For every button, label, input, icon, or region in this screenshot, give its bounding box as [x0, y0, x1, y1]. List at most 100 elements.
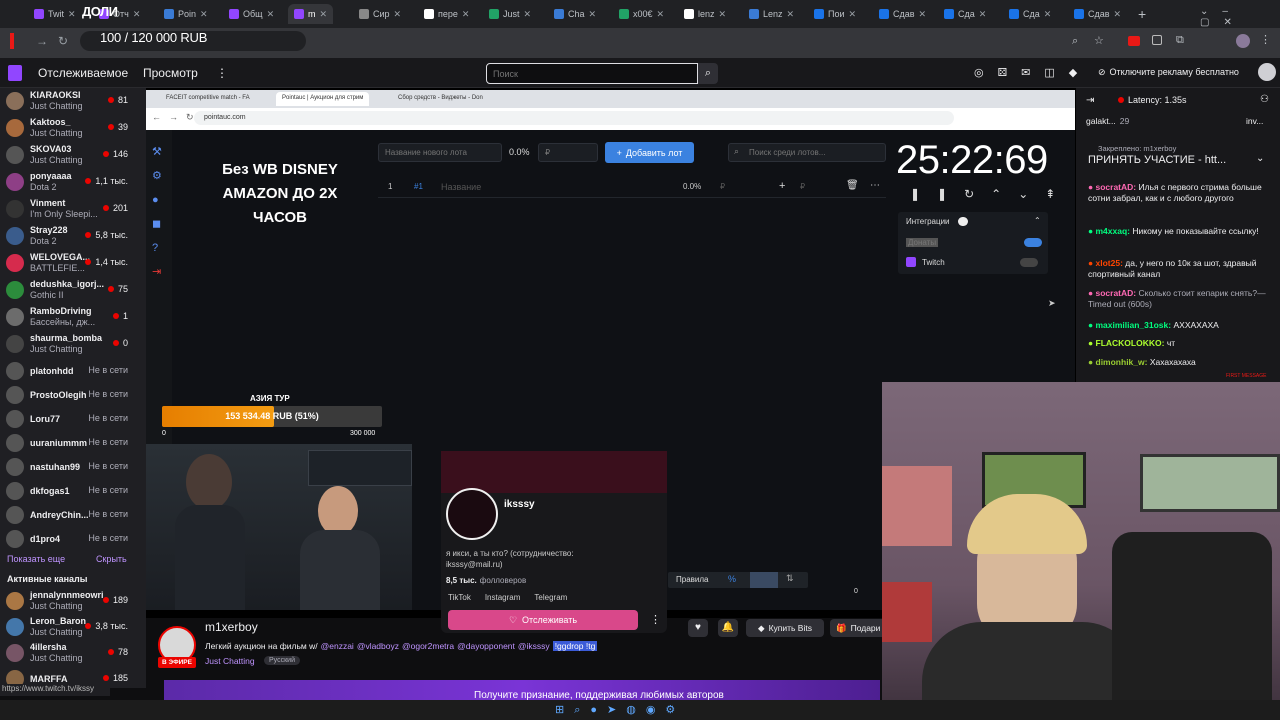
chat-users-icon[interactable]: ⚇ — [1260, 94, 1269, 105]
tiktok-link[interactable]: TikTok — [448, 593, 471, 602]
sidebar-channel[interactable]: KIARAOKSI Just Chatting 81 — [0, 88, 140, 114]
sidebar-channel[interactable]: Loru77 Не в сети — [0, 406, 140, 432]
tab-close-icon[interactable]: ✕ — [979, 9, 987, 20]
chat-username[interactable]: xlot25: — [1096, 258, 1123, 268]
buy-bits-button[interactable]: ◆ Купить Bits — [746, 619, 824, 637]
twitch-toggle[interactable] — [1020, 258, 1038, 267]
streamer-name[interactable]: m1xerboy — [205, 620, 258, 634]
sidebar-channel[interactable]: dedushka_igorj... Gothic II 75 — [0, 277, 140, 303]
browser-tab[interactable]: lenz ✕ — [678, 4, 732, 24]
nav-following[interactable]: Отслеживаемое — [38, 66, 128, 80]
lot-more-icon[interactable]: ⋯ — [870, 180, 880, 191]
sidebar-channel[interactable]: d1pro4 Не в сети — [0, 526, 140, 552]
title-mention[interactable]: @ogor2metra — [402, 641, 454, 651]
sidebar-channel[interactable]: WELOVEGA... BATTLEFIE... 1,4 тыс. — [0, 250, 140, 276]
puzzle-icon[interactable]: ⧉ — [1176, 34, 1184, 47]
zoom-icon[interactable]: ⌕ — [1072, 35, 1078, 48]
profile-avatar[interactable] — [1236, 34, 1250, 48]
browser-tab[interactable]: Lenz ✕ — [743, 4, 800, 24]
tab-close-icon[interactable]: ✕ — [719, 9, 727, 20]
new-lot-name-input[interactable] — [378, 143, 502, 162]
timer-controls[interactable]: ❚❚↻⌃⌄⇞ — [910, 187, 1072, 201]
browser-tab[interactable]: m ✕ — [288, 4, 334, 24]
chat-username[interactable]: dimonhik_w: — [1096, 357, 1148, 367]
pinned-expand-icon[interactable]: ⌄ — [1256, 153, 1264, 164]
tab-close-icon[interactable]: ✕ — [1114, 9, 1122, 20]
sidebar-channel[interactable]: platonhdd Не в сети — [0, 358, 140, 384]
browser-tab[interactable]: Сдав ✕ — [1068, 4, 1127, 24]
collapse-icon[interactable]: ⌃ — [1034, 216, 1041, 225]
gift-sub-button[interactable]: 🎁 Подари — [830, 619, 882, 637]
tab-close-icon[interactable]: ✕ — [462, 9, 470, 20]
rules-percent-icon[interactable]: % — [728, 574, 736, 584]
lot-search-input[interactable] — [728, 143, 886, 162]
donate-toggle[interactable] — [1024, 238, 1042, 247]
search-icon[interactable]: ⌕ — [698, 63, 718, 84]
rules-sort-icon[interactable]: ⇅ — [786, 573, 794, 584]
menu-icon[interactable]: ⋮ — [1260, 33, 1271, 46]
browser-tab[interactable]: Poin ✕ — [158, 4, 214, 24]
browser-tab[interactable]: Пои ✕ — [808, 4, 862, 24]
sidebar-channel[interactable]: SKOVA03 Just Chatting 146 — [0, 142, 140, 168]
sidebar-channel[interactable]: ponyaaaa Dota 2 1,1 тыс. — [0, 169, 140, 195]
language-tag[interactable]: Русский — [264, 656, 300, 665]
browser-tab[interactable]: x00€ ✕ — [613, 4, 670, 24]
browser-tab[interactable]: пере ✕ — [418, 4, 475, 24]
abp-extension-icon[interactable] — [1128, 36, 1140, 46]
ad-free-button[interactable]: ⊘ Отключите рекламу бесплатно — [1098, 67, 1239, 78]
rules-label[interactable]: Правила — [676, 575, 708, 584]
reload-icon[interactable]: ↻ — [58, 34, 68, 48]
browser-tab[interactable]: Сир ✕ — [353, 4, 407, 24]
chat-username[interactable]: m4xxaq: — [1096, 226, 1131, 236]
pinned-message[interactable]: ПРИНЯТЬ УЧАСТИЕ - htt... — [1088, 154, 1226, 166]
forward-icon[interactable]: → — [36, 34, 48, 48]
taskbar-icons[interactable]: ⊞⌕●➤◍◉⚙ — [555, 703, 685, 717]
profile-name[interactable]: iksssy — [504, 499, 535, 510]
extension-icon[interactable] — [1152, 35, 1162, 45]
lot-add-icon[interactable]: + — [779, 180, 785, 192]
tab-close-icon[interactable]: ✕ — [589, 9, 597, 20]
twitch-logo-icon[interactable] — [8, 65, 22, 81]
chat-username[interactable]: socratAD: — [1096, 288, 1137, 298]
chat-username[interactable]: maximilian_31osk: — [1096, 320, 1172, 330]
new-lot-amount-input[interactable] — [538, 143, 598, 162]
twitch-user-avatar[interactable] — [1258, 63, 1276, 81]
sidebar-channel[interactable]: uuraniummm Не в сети — [0, 430, 140, 456]
sidebar-channel[interactable]: ProstoOlegih Не в сети — [0, 382, 140, 408]
notification-bell-icon[interactable]: 🔔 — [718, 619, 738, 637]
chat-username[interactable]: socratAD: — [1096, 182, 1137, 192]
follow-heart-icon[interactable]: ♥ — [688, 619, 708, 637]
browser-tab[interactable]: Общ ✕ — [223, 4, 280, 24]
title-mention[interactable]: @dayopponent — [457, 641, 515, 651]
instagram-link[interactable]: Instagram — [485, 593, 521, 602]
sidebar-channel[interactable]: RamboDriving Бассейны, дж... 1 — [0, 304, 140, 330]
sidebar-channel[interactable]: jennalynnmeowri Just Chatting 189 — [0, 588, 140, 614]
nav-browse[interactable]: Просмотр — [143, 66, 198, 80]
tab-close-icon[interactable]: ✕ — [267, 9, 275, 20]
top-nav-icons[interactable]: ◎⚄✉◫◆ — [974, 66, 1091, 79]
browser-tab[interactable]: Сда ✕ — [938, 4, 992, 24]
sidebar-channel[interactable]: Stray228 Dota 2 5,8 тыс. — [0, 223, 140, 249]
title-mention[interactable]: @vladboyz — [357, 641, 399, 651]
sidebar-channel[interactable]: 4illersha Just Chatting 78 — [0, 640, 140, 666]
tab-close-icon[interactable]: ✕ — [787, 9, 795, 20]
sidebar-channel[interactable]: Vinment I'm Only Sleepi... 201 — [0, 196, 140, 222]
chat-username[interactable]: FLACKOLOKKO: — [1096, 338, 1165, 348]
collapse-chat-icon[interactable]: ⇥ — [1086, 95, 1094, 106]
tab-close-icon[interactable]: ✕ — [524, 9, 532, 20]
new-tab-icon[interactable]: + — [1138, 6, 1146, 22]
sidebar-channel[interactable]: Leron_Baron Just Chatting 3,8 тыс. — [0, 614, 140, 640]
integrations-toggle[interactable] — [958, 217, 968, 226]
twitch-search-input[interactable] — [486, 63, 698, 84]
browser-tab[interactable]: Twit ✕ — [28, 4, 82, 24]
title-mention[interactable]: @iksssy — [518, 641, 550, 651]
tab-close-icon[interactable]: ✕ — [394, 9, 402, 20]
tab-close-icon[interactable]: ✕ — [657, 9, 665, 20]
tab-close-icon[interactable]: ✕ — [200, 9, 208, 20]
show-more-link[interactable]: Показать еще — [7, 554, 65, 564]
stream-category[interactable]: Just Chatting — [205, 656, 255, 666]
sidebar-channel[interactable]: nastuhan99 Не в сети — [0, 454, 140, 480]
browser-tab[interactable]: Cha ✕ — [548, 4, 602, 24]
tab-close-icon[interactable]: ✕ — [68, 9, 76, 20]
sidebar-channel[interactable]: shaurma_bomba Just Chatting 0 — [0, 331, 140, 357]
